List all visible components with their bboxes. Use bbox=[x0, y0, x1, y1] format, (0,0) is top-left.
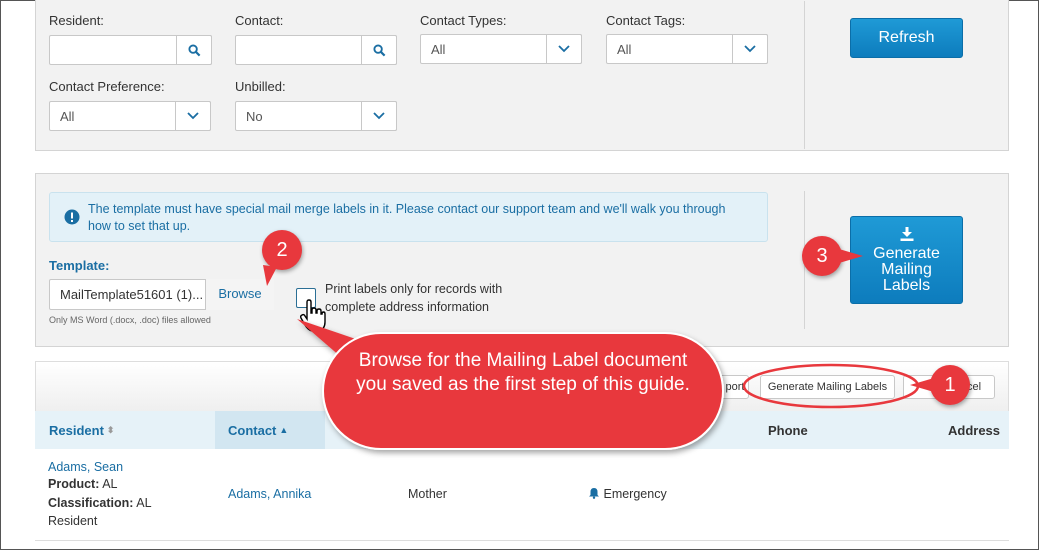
product-label: Product: bbox=[48, 477, 100, 491]
contact-preference-label: Contact Preference: bbox=[49, 79, 165, 94]
contact-types-value: All bbox=[431, 42, 446, 57]
info-alert: The template must have special mail merg… bbox=[49, 192, 768, 242]
template-file-input[interactable]: MailTemplate51601 (1)... Browse bbox=[49, 279, 274, 310]
classification-line: Classification: AL bbox=[48, 496, 152, 510]
contact-name-link[interactable]: Adams, Annika bbox=[228, 487, 311, 501]
step-1-badge: 1 bbox=[930, 365, 970, 405]
contact-types-select[interactable]: All bbox=[420, 34, 582, 64]
badge-3-pointer bbox=[839, 249, 863, 263]
step-2-badge: 2 bbox=[262, 230, 302, 270]
contact-filter-label: Contact: bbox=[235, 13, 284, 28]
chevron-down-icon bbox=[744, 45, 756, 53]
generate-line-3: Labels bbox=[882, 277, 931, 294]
chevron-down-icon bbox=[187, 112, 199, 120]
resident-header-label: Resident bbox=[49, 422, 104, 438]
bell-icon bbox=[589, 488, 599, 499]
resident-search-button[interactable] bbox=[176, 35, 212, 65]
unbilled-label: Unbilled: bbox=[235, 79, 286, 94]
chevron-down-icon bbox=[558, 45, 570, 53]
contact-type-value: Emergency bbox=[603, 487, 667, 501]
resident-search-input[interactable] bbox=[49, 35, 212, 65]
generate-mailing-labels-button[interactable]: Generate Mailing Labels bbox=[850, 216, 963, 304]
classification-label: Classification: bbox=[48, 496, 134, 510]
callout-text: Browse for the Mailing Label document yo… bbox=[356, 350, 690, 395]
filter-divider bbox=[804, 1, 805, 149]
address-column-header: Address bbox=[948, 422, 1001, 438]
template-label: Template: bbox=[49, 258, 110, 273]
refresh-button[interactable]: Refresh bbox=[850, 18, 963, 58]
contact-tags-dropdown[interactable] bbox=[732, 34, 768, 64]
contact-types-label: Contact Types: bbox=[420, 13, 507, 28]
callout-ellipse-highlight bbox=[742, 363, 920, 409]
classification-value: AL bbox=[136, 496, 152, 510]
resident-name-link[interactable]: Adams, Sean bbox=[48, 460, 123, 474]
file-help-text: Only MS Word (.docx, .doc) files allowed bbox=[49, 315, 211, 325]
contact-search-button[interactable] bbox=[361, 35, 397, 65]
chevron-down-icon bbox=[373, 112, 385, 120]
generate-line-1: Generate bbox=[873, 245, 940, 262]
template-file-value: MailTemplate51601 (1)... bbox=[60, 287, 204, 302]
badge-2-pointer bbox=[263, 265, 277, 286]
search-icon bbox=[372, 43, 385, 56]
contact-tags-value: All bbox=[617, 42, 632, 57]
step-3-badge: 3 bbox=[802, 236, 842, 276]
product-line: Product: AL bbox=[48, 477, 117, 491]
contact-preference-select[interactable]: All bbox=[49, 101, 211, 131]
relationship-cell: Mother bbox=[408, 487, 447, 501]
phone-column-header: Phone bbox=[768, 422, 808, 438]
sort-icon: ⬍ bbox=[106, 424, 115, 435]
resident-column-header[interactable]: Resident ⬍ bbox=[49, 411, 114, 449]
contact-tags-label: Contact Tags: bbox=[606, 13, 686, 28]
generate-line-2: Mailing bbox=[881, 261, 932, 278]
badge-1-pointer bbox=[910, 378, 934, 392]
resident-filter-label: Resident: bbox=[49, 13, 104, 28]
contact-preference-value: All bbox=[60, 109, 75, 124]
classification-value-cont: Resident bbox=[48, 514, 98, 528]
info-text: The template must have special mail merg… bbox=[88, 202, 726, 233]
unbilled-select[interactable]: No bbox=[235, 101, 397, 131]
unbilled-value: No bbox=[246, 109, 263, 124]
contact-tags-select[interactable]: All bbox=[606, 34, 768, 64]
product-value: AL bbox=[102, 477, 118, 491]
contact-type-cell: Emergency bbox=[588, 487, 667, 501]
alert-icon bbox=[64, 209, 80, 225]
table-row bbox=[35, 449, 1009, 541]
download-icon bbox=[900, 227, 913, 241]
contact-preference-dropdown[interactable] bbox=[175, 101, 211, 131]
search-icon bbox=[187, 43, 200, 56]
unbilled-dropdown[interactable] bbox=[361, 101, 397, 131]
contact-search-input[interactable] bbox=[235, 35, 397, 65]
contact-types-dropdown[interactable] bbox=[546, 34, 582, 64]
